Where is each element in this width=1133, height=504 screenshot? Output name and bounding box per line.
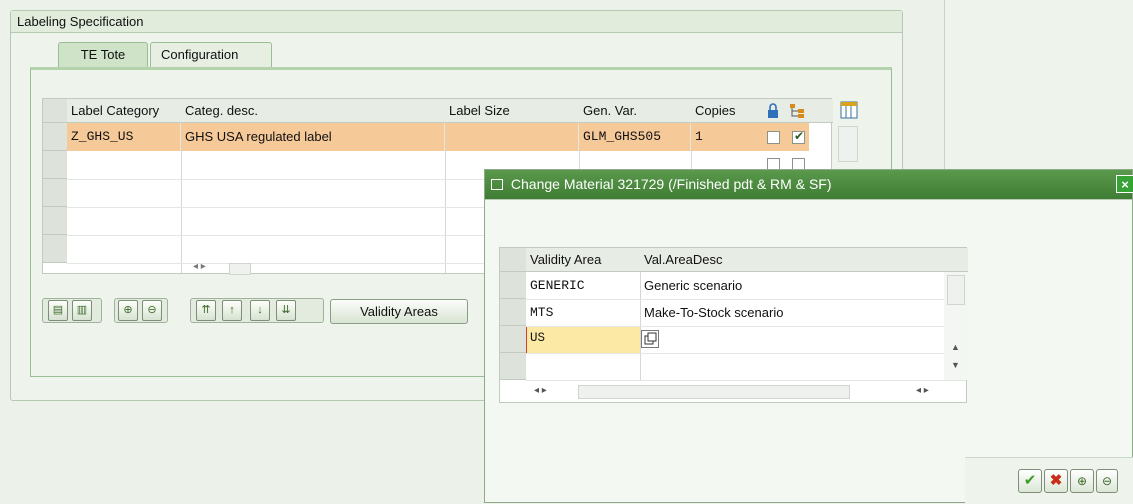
row-selector[interactable] xyxy=(43,179,67,207)
col-header-label-size[interactable]: Label Size xyxy=(445,99,579,123)
validity-area-cell[interactable]: MTS xyxy=(526,301,640,324)
value-help-icon[interactable] xyxy=(641,330,659,348)
dialog-icon xyxy=(491,179,503,190)
validity-area-cell[interactable]: GENERIC xyxy=(526,274,640,297)
validity-area-input[interactable]: US xyxy=(526,326,640,353)
val-area-desc-cell: Make-To-Stock scenario xyxy=(644,305,784,320)
label-category-cell[interactable]: Z_GHS_US xyxy=(67,123,181,151)
copies-cell[interactable]: 1 xyxy=(691,123,757,151)
vertical-scrollbar[interactable] xyxy=(838,126,858,162)
col-header-label-category[interactable]: Label Category xyxy=(67,99,181,123)
label-size-cell[interactable] xyxy=(445,123,579,151)
row-selector[interactable] xyxy=(500,353,526,380)
deselect-all-icon[interactable]: ▥ xyxy=(72,300,92,321)
row-selector[interactable] xyxy=(43,235,67,263)
col-header-gen-var[interactable]: Gen. Var. xyxy=(579,99,691,123)
insert-row-icon[interactable]: ⊕ xyxy=(1070,469,1094,493)
change-material-dialog: Change Material 321729 (/Finished pdt & … xyxy=(484,169,1133,504)
delete-row-icon[interactable]: ⊖ xyxy=(1096,469,1118,493)
cancel-icon[interactable]: ✖ xyxy=(1044,469,1068,493)
col-header-val-area-desc[interactable]: Val.AreaDesc xyxy=(640,248,940,272)
horizontal-scrollbar[interactable]: ◂ ▸ xyxy=(183,261,483,275)
col-header-validity-area[interactable]: Validity Area xyxy=(526,248,640,272)
hierarchy-icon[interactable] xyxy=(789,103,805,119)
val-area-desc-cell: Generic scenario xyxy=(644,278,743,293)
row-selector[interactable] xyxy=(500,326,526,353)
row-selector[interactable] xyxy=(43,207,67,235)
column-layout-icon[interactable] xyxy=(840,101,858,119)
insert-row-icon[interactable]: ⊕ xyxy=(118,300,138,321)
move-bottom-icon[interactable]: ⇊ xyxy=(276,300,296,321)
validity-grid: Validity Area Val.AreaDesc GENERIC Gener… xyxy=(499,247,968,403)
dialog-title-bar: Change Material 321729 (/Finished pdt & … xyxy=(485,170,1132,200)
delete-row-icon[interactable]: ⊖ xyxy=(142,300,162,321)
row-selector[interactable] xyxy=(500,272,526,299)
table-row[interactable]: Z_GHS_US GHS USA regulated label GLM_GHS… xyxy=(67,123,757,151)
horizontal-scrollbar[interactable]: ◂ ▸ ◂ ▸ xyxy=(526,384,966,402)
lock-checkbox[interactable] xyxy=(767,131,780,144)
tab-configuration[interactable]: Configuration xyxy=(150,42,272,68)
select-all-cell[interactable] xyxy=(500,248,526,272)
col-header-categ-desc[interactable]: Categ. desc. xyxy=(181,99,445,123)
tab-te-tote[interactable]: TE Tote xyxy=(58,42,148,68)
move-down-icon[interactable]: ↓ xyxy=(250,300,270,321)
select-all-icon[interactable]: ▤ xyxy=(48,300,68,321)
move-top-icon[interactable]: ⇈ xyxy=(196,300,216,321)
group-title: Labeling Specification xyxy=(11,11,902,33)
check-icon[interactable]: ✔ xyxy=(1018,469,1042,493)
row-selector[interactable] xyxy=(43,123,67,151)
select-all-cell[interactable] xyxy=(43,99,67,123)
validity-areas-button[interactable]: Validity Areas xyxy=(330,299,468,324)
vertical-scrollbar[interactable]: ▲ ▼ xyxy=(944,272,968,380)
move-up-icon[interactable]: ↑ xyxy=(222,300,242,321)
check-checkbox[interactable] xyxy=(792,129,805,144)
row-selector[interactable] xyxy=(500,299,526,326)
lock-icon[interactable] xyxy=(765,103,781,119)
dialog-title: Change Material 321729 (/Finished pdt & … xyxy=(510,176,832,192)
categ-desc-cell[interactable]: GHS USA regulated label xyxy=(181,123,445,151)
gen-var-cell[interactable]: GLM_GHS505 xyxy=(579,123,691,151)
close-icon[interactable]: × xyxy=(1116,175,1133,193)
col-header-copies[interactable]: Copies xyxy=(691,99,761,123)
row-selector[interactable] xyxy=(43,151,67,179)
